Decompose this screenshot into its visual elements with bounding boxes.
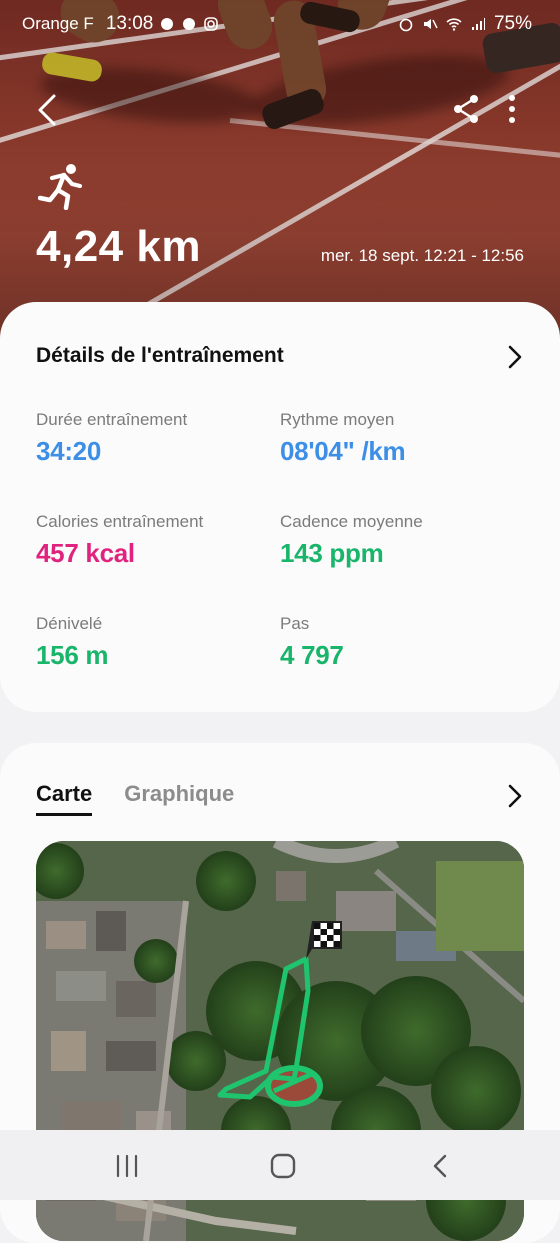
tab-graphique[interactable]: Graphique (124, 781, 234, 816)
stat-label: Dénivelé (36, 614, 103, 633)
wifi-icon (446, 18, 462, 31)
stat-label: Durée entraînement (36, 410, 188, 429)
home-icon[interactable] (268, 1152, 298, 1180)
stat-steps: Pas 4 797 (280, 614, 344, 671)
details-title: Détails de l'entraînement (36, 344, 284, 367)
carrier-name: Orange F (22, 14, 94, 33)
chevron-right-icon[interactable] (506, 783, 524, 809)
stat-cadence: Cadence moyenne 143 ppm (280, 512, 423, 569)
stat-label: Rythme moyen (280, 410, 395, 429)
alarm-icon (399, 18, 413, 32)
stat-value: 4 797 (280, 640, 344, 670)
stat-value: 08'04" /km (280, 436, 406, 466)
signal-icon (471, 18, 485, 30)
stat-value: 34:20 (36, 436, 101, 466)
stat-calories: Calories entraînement 457 kcal (36, 512, 203, 569)
workout-datetime: mer. 18 sept. 12:21 - 12:56 (320, 246, 524, 265)
stat-elevation: Dénivelé 156 m (36, 614, 109, 671)
recent-apps-icon[interactable] (112, 1152, 142, 1180)
status-time: 13:08 (105, 13, 154, 34)
status-bar: Orange F 13:08 75% (0, 0, 560, 46)
stat-value: 156 m (36, 640, 109, 670)
workout-distance: 4,24 km (36, 222, 201, 271)
nav-back-icon[interactable] (426, 1152, 456, 1180)
stat-label: Cadence moyenne (280, 512, 423, 531)
stat-pace: Rythme moyen 08'04" /km (280, 410, 406, 467)
share-icon[interactable] (450, 93, 482, 125)
notification-icon (161, 18, 174, 30)
stat-value: 457 kcal (36, 538, 135, 568)
map-tabs: Carte Graphique (36, 781, 234, 816)
battery-percentage: 75% (493, 13, 532, 34)
workout-details-card[interactable]: Détails de l'entraînement Durée entraîne… (0, 302, 560, 712)
stat-label: Pas (280, 614, 310, 633)
stat-label: Calories entraînement (36, 512, 204, 531)
back-arrow-icon[interactable] (32, 90, 64, 130)
hero-header: Orange F 13:08 75% 4,24 km mer. 18 sept.… (0, 0, 560, 340)
mute-icon (423, 19, 438, 29)
tab-carte[interactable]: Carte (36, 781, 93, 816)
more-vertical-icon[interactable] (500, 93, 524, 125)
system-navigation-bar (0, 1130, 560, 1200)
stat-duration: Durée entraînement 34:20 (36, 410, 187, 467)
running-icon (38, 164, 83, 210)
chevron-right-icon[interactable] (506, 344, 524, 370)
notification-icon (183, 18, 196, 30)
stat-value: 143 ppm (280, 538, 384, 568)
instagram-icon (204, 17, 219, 31)
